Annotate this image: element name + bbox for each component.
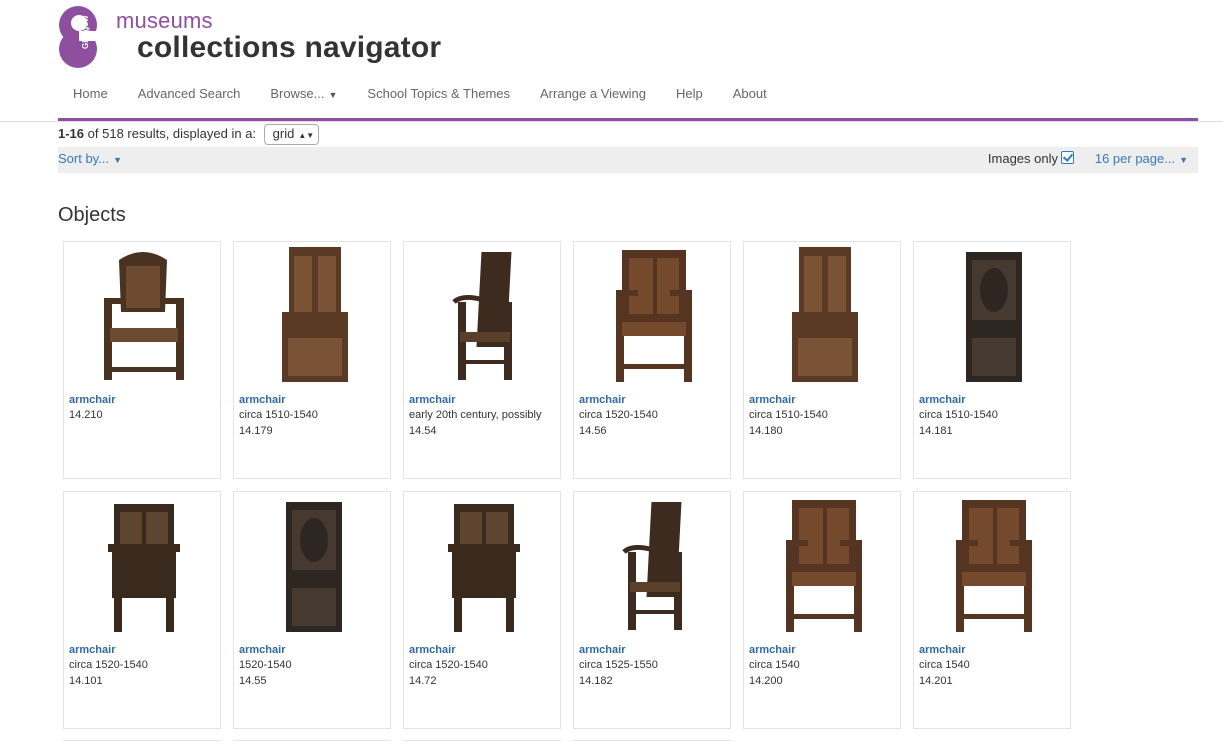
nav-label: Home [73, 86, 108, 101]
sort-toolbar: Sort by... ▼ Images only 16 per page... ▼ [58, 147, 1198, 173]
armchair-thumbnail[interactable] [744, 492, 902, 642]
object-name-link[interactable]: armchair [919, 394, 965, 406]
caret-down-icon: ▼ [328, 90, 338, 100]
object-date: circa 1510-1540 [749, 409, 828, 421]
object-card[interactable]: armchair circa 1520-1540 14.56 [573, 241, 731, 479]
nav-label: Advanced Search [137, 86, 241, 101]
armchair-thumbnail[interactable] [234, 242, 392, 392]
object-accession-number: 14.179 [239, 425, 273, 437]
object-date: circa 1540 [919, 659, 970, 671]
glasgow-museums-logo-icon[interactable]: Glasgow [58, 5, 98, 69]
object-card[interactable]: armchair 1520-1540 14.55 [233, 491, 391, 729]
header-divider [0, 121, 1223, 122]
object-name-link[interactable]: armchair [239, 394, 285, 406]
object-accession-number: 14.180 [749, 425, 783, 437]
per-page-label: 16 per page... [1094, 151, 1176, 166]
nav-home[interactable]: Home [58, 84, 123, 103]
object-card[interactable]: armchair early 20th century, possibly 14.5… [403, 241, 561, 479]
sort-by-dropdown[interactable]: Sort by... ▼ [58, 151, 122, 166]
object-name-link[interactable]: armchair [579, 394, 625, 406]
armchair-thumbnail[interactable] [64, 492, 222, 642]
object-date: circa 1540 [749, 659, 800, 671]
sort-by-label: Sort by... [58, 151, 110, 166]
object-card[interactable]: armchair circa 1540 14.201 [913, 491, 1071, 729]
object-accession-number: 14.72 [409, 675, 437, 687]
object-card[interactable]: armchair circa 1540 14.200 [743, 491, 901, 729]
select-arrows-icon: ▲▼ [298, 131, 315, 140]
object-accession-number: 14.54 [409, 425, 437, 437]
main-nav: Home Advanced Search Browse... ▼ School Topi… [58, 84, 782, 103]
armchair-thumbnail[interactable] [914, 492, 1072, 642]
header-accent-rule [58, 118, 1198, 121]
nav-label: School Topics & Themes [367, 86, 511, 101]
object-accession-number: 14.56 [579, 425, 607, 437]
nav-help[interactable]: Help [661, 84, 718, 103]
object-accession-number: 14.182 [579, 675, 613, 687]
armchair-thumbnail[interactable] [234, 492, 392, 642]
object-date: circa 1510-1540 [919, 409, 998, 421]
object-name-link[interactable]: armchair [579, 644, 625, 656]
object-name-link[interactable]: armchair [919, 644, 965, 656]
images-only-filter: Images only [988, 151, 1074, 166]
per-page-dropdown[interactable]: 16 per page... ▼ [1095, 151, 1188, 166]
object-card[interactable]: armchair circa 1510-1540 14.179 [233, 241, 391, 479]
object-accession-number: 14.200 [749, 675, 783, 687]
armchair-thumbnail[interactable] [404, 242, 562, 392]
results-count-text: of 518 results, displayed in a: [87, 126, 257, 141]
section-heading: Objects [58, 204, 126, 226]
object-accession-number: 14.201 [919, 675, 953, 687]
object-date: circa 1510-1540 [239, 409, 318, 421]
nav-label: Help [676, 86, 703, 101]
nav-browse[interactable]: Browse... ▼ [255, 84, 352, 103]
object-date: 1520-1540 [239, 659, 292, 671]
display-mode-value: grid [272, 126, 295, 141]
object-name-link[interactable]: armchair [69, 644, 115, 656]
nav-arrange-viewing[interactable]: Arrange a Viewing [525, 84, 661, 103]
object-date: circa 1520-1540 [409, 659, 488, 671]
object-card[interactable]: armchair 14.210 [63, 241, 221, 479]
object-card[interactable]: armchair circa 1520-1540 14.72 [403, 491, 561, 729]
results-range: 1-16 [58, 126, 85, 141]
nav-advanced-search[interactable]: Advanced Search [123, 84, 256, 103]
object-name-link[interactable]: armchair [239, 644, 285, 656]
armchair-thumbnail[interactable] [914, 242, 1072, 392]
nav-label: Arrange a Viewing [540, 86, 647, 101]
object-name-link[interactable]: armchair [409, 644, 455, 656]
object-card[interactable]: armchair circa 1520-1540 14.101 [63, 491, 221, 729]
site-title[interactable]: collections navigator [137, 31, 441, 65]
images-only-checkbox[interactable] [1061, 151, 1074, 164]
object-date: circa 1520-1540 [69, 659, 148, 671]
object-accession-number: 14.55 [239, 675, 267, 687]
object-name-link[interactable]: armchair [749, 394, 795, 406]
caret-down-icon: ▼ [1179, 155, 1188, 165]
armchair-thumbnail[interactable] [404, 492, 562, 642]
svg-text:Glasgow: Glasgow [81, 15, 90, 49]
images-only-label: Images only [987, 151, 1058, 166]
armchair-thumbnail[interactable] [64, 242, 222, 392]
nav-about[interactable]: About [718, 84, 782, 103]
caret-down-icon: ▼ [113, 155, 122, 165]
nav-label: About [732, 86, 767, 101]
results-summary: 1-16 of 518 results, displayed in a: gri… [58, 124, 320, 145]
object-name-link[interactable]: armchair [69, 394, 115, 406]
armchair-thumbnail[interactable] [574, 242, 732, 392]
object-name-link[interactable]: armchair [749, 644, 795, 656]
nav-label: Browse... [270, 86, 325, 101]
display-mode-select[interactable]: grid ▲▼ [263, 124, 320, 145]
object-accession-number: 14.181 [919, 425, 953, 437]
object-card[interactable]: armchair circa 1525-1550 14.182 [573, 491, 731, 729]
object-name-link[interactable]: armchair [409, 394, 455, 406]
object-card[interactable]: armchair circa 1510-1540 14.181 [913, 241, 1071, 479]
nav-school-topics[interactable]: School Topics & Themes [352, 84, 525, 103]
object-card[interactable]: armchair circa 1510-1540 14.180 [743, 241, 901, 479]
armchair-thumbnail[interactable] [744, 242, 902, 392]
object-accession-number: 14.210 [69, 409, 103, 421]
object-date: circa 1520-1540 [579, 409, 658, 421]
object-date: circa 1525-1550 [579, 659, 658, 671]
object-date: early 20th century, possibly [409, 409, 542, 421]
armchair-thumbnail[interactable] [574, 492, 732, 642]
object-accession-number: 14.101 [69, 675, 103, 687]
